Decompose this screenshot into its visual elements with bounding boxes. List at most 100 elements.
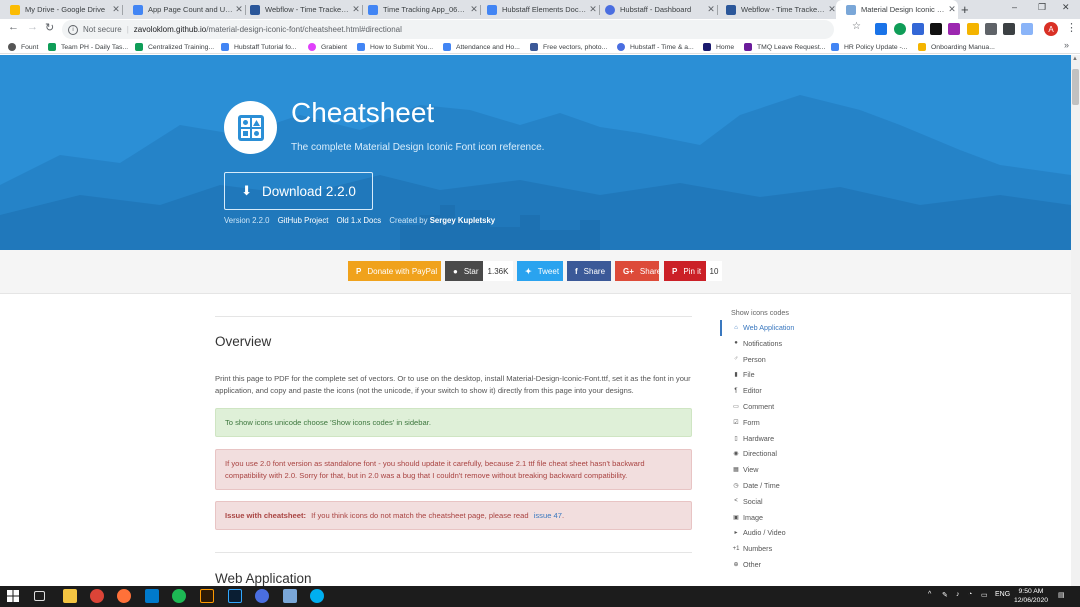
skype-icon[interactable] [310,589,324,603]
sidebar-item-hardware[interactable]: ▯ Hardware [733,434,774,443]
github-project-link[interactable]: GitHub Project [278,216,329,225]
extension-grid-icon[interactable] [985,23,997,35]
illustrator-icon[interactable] [200,589,214,603]
bookmark-item[interactable]: Team PH - Daily Tas... [48,41,128,53]
photoshop-icon[interactable] [228,589,242,603]
restore-button[interactable]: ❐ [1038,2,1046,13]
bookmark-item[interactable]: HR Policy Update -... [831,41,907,53]
bookmark-item[interactable]: Fount [8,41,38,53]
browser-menu-icon[interactable]: ⋮ [1066,21,1077,34]
clock-time: 9:50 AM [1018,588,1044,595]
tab-hubstaff-elements[interactable]: Hubstaff Elements Docume ✕ [477,0,599,19]
tab-hubstaff-dashboard[interactable]: Hubstaff - Dashboard ✕ [595,0,717,19]
task-view-icon[interactable] [34,591,45,601]
chrome-icon[interactable] [90,589,104,603]
github-star-button[interactable]: ● Star [445,261,483,281]
bookmark-item[interactable]: Home [703,41,734,53]
hubstaff-taskbar-icon[interactable] [255,589,269,603]
vscode-icon[interactable] [145,589,159,603]
system-clock[interactable]: 9:50 AM 12/06/2020 [1013,588,1049,605]
sidebar-item-image[interactable]: ▣ Image [733,513,763,522]
extension-b-icon[interactable] [930,23,942,35]
material-logo-icon [237,114,264,141]
spotify-icon[interactable] [172,589,186,603]
sidebar-item-audio-video[interactable]: ▸ Audio / Video [733,528,785,537]
bookmark-item[interactable]: Centralized Training... [135,41,214,53]
sidebar-item-web-application[interactable]: ⌂ Web Application [733,323,794,332]
notifications-icon[interactable]: ▤ [1058,591,1065,599]
language-indicator[interactable]: ENG [995,591,1010,598]
bookmark-item[interactable]: Free vectors, photo... [530,41,607,53]
tweet-button[interactable]: ✦ Tweet [517,261,563,281]
network-tray-icon[interactable]: ◔ [968,591,972,598]
bookmark-item[interactable]: Grabient [308,41,347,53]
author-name[interactable]: Sergey Kupletsky [430,216,495,225]
facebook-share-button[interactable]: f Share [567,261,611,281]
download-button[interactable]: ⬇ Download 2.2.0 [224,172,373,210]
sidebar-item-numbers[interactable]: +1 Numbers [733,544,773,553]
new-tab-button[interactable]: + [961,2,969,17]
close-window-button[interactable]: ✕ [1062,2,1070,13]
sidebar-item-notifications[interactable]: ● Notifications [733,339,782,348]
sidebar-item-social[interactable]: < Social [733,497,762,506]
battery-tray-icon[interactable]: ▭ [981,591,988,599]
back-button[interactable]: ← [8,21,19,33]
page-scrollbar[interactable]: ▲ [1071,55,1080,586]
tab-webflow-2[interactable]: Webflow - Time Tracker Wé ✕ [716,0,838,19]
scrollbar-thumb[interactable] [1072,69,1079,105]
sidebar-item-editor[interactable]: ¶ Editor [733,386,761,395]
pen-icon[interactable]: ✎ [942,591,948,599]
tab-google-drive[interactable]: My Drive - Google Drive ✕ [0,0,122,19]
extension-calendar-icon[interactable] [912,23,924,35]
sidebar-item-person[interactable]: ♂ Person [733,355,766,364]
extension-eyedropper-icon[interactable] [967,23,979,35]
bookmark-item[interactable]: How to Submit You... [357,41,433,53]
extension-color-icon[interactable] [948,23,960,35]
alert-success-text: To show icons unicode choose 'Show icons… [225,417,431,427]
sidebar-item-comment[interactable]: ▭ Comment [733,402,774,411]
more-bookmarks-button[interactable]: » [1064,40,1069,50]
profile-avatar[interactable]: A [1044,22,1058,36]
forward-button[interactable]: → [27,21,38,33]
volume-tray-icon[interactable]: ♪ [956,591,960,598]
windows-start-icon[interactable] [7,589,21,603]
extension-puzzle-icon[interactable] [1021,23,1033,35]
sidebar-item-file[interactable]: ▮ File [733,370,754,379]
bookmark-item[interactable]: TMQ Leave Request... [744,41,825,53]
sidebar-item-view[interactable]: ▦ View [733,465,758,474]
tab-time-tracking-app[interactable]: Time Tracking App_060920 ✕ [358,0,480,19]
show-icons-codes-toggle[interactable]: Show icons codes [731,308,789,317]
issue-47-link[interactable]: issue 47 [534,511,562,520]
sidebar-item-form[interactable]: ☑ Form [733,418,759,427]
address-bar[interactable]: i Not secure | zavoloklom.github.io /mat… [62,20,834,39]
close-tab-icon[interactable]: ✕ [946,4,958,15]
tab-material-design-iconic-font[interactable]: Material Design Iconic Font ✕ [836,0,958,19]
tab-webflow-1[interactable]: Webflow - Time Tracker Wé ✕ [240,0,362,19]
extension-facebook-icon[interactable] [1003,23,1015,35]
extension-grammarly-icon[interactable] [894,23,906,35]
bookmark-item[interactable]: Hubstaff - Time & a... [617,41,694,53]
bookmark-star-icon[interactable]: ☆ [852,21,861,32]
firefox-icon[interactable] [117,589,131,603]
extension-news-icon[interactable] [875,23,887,35]
bookmark-item[interactable]: Attendance and Ho... [443,41,520,53]
reload-button[interactable]: ↻ [45,21,54,34]
app-taskbar-icon[interactable] [283,589,297,603]
google-plus-share-button[interactable]: G+ Share [615,261,661,281]
old-docs-link[interactable]: Old 1.x Docs [337,216,382,225]
bookmark-item[interactable]: Onboarding Manua... [918,41,995,53]
close-tab-icon[interactable]: ✕ [110,4,122,15]
tray-up-arrow-icon[interactable]: ^ [928,591,931,598]
scroll-up-icon[interactable]: ▲ [1072,56,1078,62]
minimize-button[interactable]: – [1012,2,1017,12]
tab-app-page-count[interactable]: App Page Count and Uniqu ✕ [123,0,245,19]
bookmark-item[interactable]: Hubstaff Tutorial fo... [221,41,297,53]
tab-title: App Page Count and Uniqu [148,5,233,14]
sidebar-item-other[interactable]: ⊕ Other [733,560,761,569]
info-icon[interactable]: i [68,24,78,35]
paypal-donate-button[interactable]: P Donate with PayPal [348,261,441,281]
sidebar-item-directional[interactable]: ◉ Directional [733,449,777,458]
sidebar-item-date-time[interactable]: ◷ Date / Time [733,481,779,490]
pinterest-pin-button[interactable]: P Pin it [664,261,706,281]
file-explorer-icon[interactable] [63,589,77,603]
